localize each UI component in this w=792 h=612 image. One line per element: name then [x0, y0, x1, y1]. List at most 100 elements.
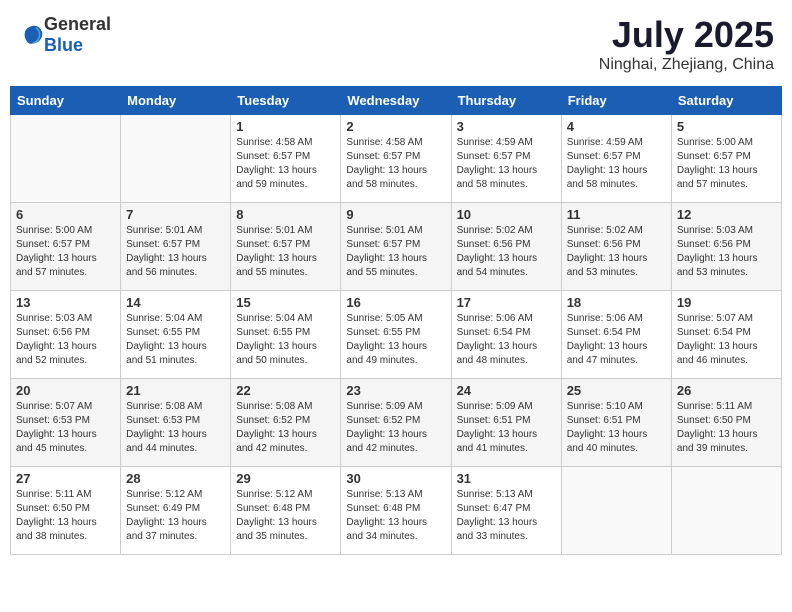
- day-info: Sunrise: 5:10 AM Sunset: 6:51 PM Dayligh…: [567, 400, 666, 456]
- day-info: Sunrise: 5:00 AM Sunset: 6:57 PM Dayligh…: [677, 136, 776, 192]
- day-info: Sunrise: 4:58 AM Sunset: 6:57 PM Dayligh…: [236, 136, 335, 192]
- day-info: Sunrise: 5:01 AM Sunset: 6:57 PM Dayligh…: [236, 224, 335, 280]
- day-info: Sunrise: 5:04 AM Sunset: 6:55 PM Dayligh…: [236, 312, 335, 368]
- logo-icon: [20, 23, 44, 47]
- day-number: 14: [126, 295, 225, 310]
- logo-blue-text: Blue: [44, 35, 83, 55]
- day-info: Sunrise: 5:03 AM Sunset: 6:56 PM Dayligh…: [677, 224, 776, 280]
- header-saturday: Saturday: [671, 87, 781, 115]
- header-wednesday: Wednesday: [341, 87, 451, 115]
- day-number: 5: [677, 119, 776, 134]
- day-info: Sunrise: 5:11 AM Sunset: 6:50 PM Dayligh…: [677, 400, 776, 456]
- day-info: Sunrise: 5:12 AM Sunset: 6:48 PM Dayligh…: [236, 488, 335, 544]
- weekday-header-row: Sunday Monday Tuesday Wednesday Thursday…: [11, 87, 782, 115]
- day-cell-w3-d6: 18 Sunrise: 5:06 AM Sunset: 6:54 PM Dayli…: [561, 291, 671, 379]
- day-cell-w5-d2: 28 Sunrise: 5:12 AM Sunset: 6:49 PM Dayli…: [121, 467, 231, 555]
- day-number: 16: [346, 295, 445, 310]
- day-number: 12: [677, 207, 776, 222]
- day-cell-w5-d1: 27 Sunrise: 5:11 AM Sunset: 6:50 PM Dayli…: [11, 467, 121, 555]
- day-cell-w4-d2: 21Sunrise: 5:08 AM Sunset: 6:53 PM Dayli…: [121, 379, 231, 467]
- day-cell-w3-d5: 17 Sunrise: 5:06 AM Sunset: 6:54 PM Dayli…: [451, 291, 561, 379]
- day-number: 29: [236, 471, 335, 486]
- day-cell-w2-d4: 9Sunrise: 5:01 AM Sunset: 6:57 PM Daylig…: [341, 203, 451, 291]
- day-cell-w4-d4: 23 Sunrise: 5:09 AM Sunset: 6:52 PM Dayli…: [341, 379, 451, 467]
- day-info: Sunrise: 5:03 AM Sunset: 6:56 PM Dayligh…: [16, 312, 115, 368]
- day-cell-w5-d7: [671, 467, 781, 555]
- day-info: Sunrise: 5:07 AM Sunset: 6:53 PM Dayligh…: [16, 400, 115, 456]
- day-number: 30: [346, 471, 445, 486]
- week-row-2: 6 Sunrise: 5:00 AM Sunset: 6:57 PM Daylig…: [11, 203, 782, 291]
- day-info: Sunrise: 4:59 AM Sunset: 6:57 PM Dayligh…: [567, 136, 666, 192]
- logo-general-text: General: [44, 14, 111, 34]
- day-info: Sunrise: 5:13 AM Sunset: 6:48 PM Dayligh…: [346, 488, 445, 544]
- day-cell-w3-d4: 16 Sunrise: 5:05 AM Sunset: 6:55 PM Dayli…: [341, 291, 451, 379]
- day-number: 21: [126, 383, 225, 398]
- day-number: 22: [236, 383, 335, 398]
- day-number: 18: [567, 295, 666, 310]
- day-cell-w5-d3: 29 Sunrise: 5:12 AM Sunset: 6:48 PM Dayli…: [231, 467, 341, 555]
- day-number: 15: [236, 295, 335, 310]
- day-info: Sunrise: 5:13 AM Sunset: 6:47 PM Dayligh…: [457, 488, 556, 544]
- day-cell-w4-d3: 22 Sunrise: 5:08 AM Sunset: 6:52 PM Dayli…: [231, 379, 341, 467]
- day-cell-w4-d1: 20 Sunrise: 5:07 AM Sunset: 6:53 PM Dayli…: [11, 379, 121, 467]
- day-number: 28: [126, 471, 225, 486]
- day-number: 4: [567, 119, 666, 134]
- day-info: Sunrise: 5:12 AM Sunset: 6:49 PM Dayligh…: [126, 488, 225, 544]
- header-monday: Monday: [121, 87, 231, 115]
- page-header: General Blue July 2025 Ninghai, Zhejiang…: [10, 10, 782, 78]
- header-friday: Friday: [561, 87, 671, 115]
- calendar-table: Sunday Monday Tuesday Wednesday Thursday…: [10, 86, 782, 555]
- day-number: 3: [457, 119, 556, 134]
- day-info: Sunrise: 5:01 AM Sunset: 6:57 PM Dayligh…: [126, 224, 225, 280]
- day-cell-w1-d2: [121, 115, 231, 203]
- day-cell-w2-d3: 8 Sunrise: 5:01 AM Sunset: 6:57 PM Daylig…: [231, 203, 341, 291]
- day-info: Sunrise: 5:05 AM Sunset: 6:55 PM Dayligh…: [346, 312, 445, 368]
- day-info: Sunrise: 5:08 AM Sunset: 6:52 PM Dayligh…: [236, 400, 335, 456]
- day-number: 20: [16, 383, 115, 398]
- day-number: 6: [16, 207, 115, 222]
- day-info: Sunrise: 5:07 AM Sunset: 6:54 PM Dayligh…: [677, 312, 776, 368]
- day-cell-w5-d5: 31 Sunrise: 5:13 AM Sunset: 6:47 PM Dayli…: [451, 467, 561, 555]
- day-number: 8: [236, 207, 335, 222]
- day-cell-w3-d7: 19 Sunrise: 5:07 AM Sunset: 6:54 PM Dayli…: [671, 291, 781, 379]
- day-cell-w2-d1: 6 Sunrise: 5:00 AM Sunset: 6:57 PM Daylig…: [11, 203, 121, 291]
- day-cell-w4-d5: 24Sunrise: 5:09 AM Sunset: 6:51 PM Dayli…: [451, 379, 561, 467]
- day-number: 10: [457, 207, 556, 222]
- header-sunday: Sunday: [11, 87, 121, 115]
- day-number: 23: [346, 383, 445, 398]
- day-cell-w2-d5: 10Sunrise: 5:02 AM Sunset: 6:56 PM Dayli…: [451, 203, 561, 291]
- day-number: 27: [16, 471, 115, 486]
- day-cell-w4-d7: 26 Sunrise: 5:11 AM Sunset: 6:50 PM Dayli…: [671, 379, 781, 467]
- week-row-5: 27 Sunrise: 5:11 AM Sunset: 6:50 PM Dayli…: [11, 467, 782, 555]
- header-thursday: Thursday: [451, 87, 561, 115]
- logo: General Blue: [18, 14, 111, 56]
- day-info: Sunrise: 5:06 AM Sunset: 6:54 PM Dayligh…: [457, 312, 556, 368]
- day-number: 1: [236, 119, 335, 134]
- day-info: Sunrise: 5:01 AM Sunset: 6:57 PM Dayligh…: [346, 224, 445, 280]
- day-cell-w1-d1: [11, 115, 121, 203]
- day-info: Sunrise: 5:00 AM Sunset: 6:57 PM Dayligh…: [16, 224, 115, 280]
- week-row-4: 20 Sunrise: 5:07 AM Sunset: 6:53 PM Dayli…: [11, 379, 782, 467]
- day-number: 26: [677, 383, 776, 398]
- day-cell-w5-d6: [561, 467, 671, 555]
- day-cell-w2-d2: 7Sunrise: 5:01 AM Sunset: 6:57 PM Daylig…: [121, 203, 231, 291]
- day-cell-w5-d4: 30 Sunrise: 5:13 AM Sunset: 6:48 PM Dayli…: [341, 467, 451, 555]
- week-row-3: 13 Sunrise: 5:03 AM Sunset: 6:56 PM Dayli…: [11, 291, 782, 379]
- day-info: Sunrise: 4:58 AM Sunset: 6:57 PM Dayligh…: [346, 136, 445, 192]
- title-block: July 2025 Ninghai, Zhejiang, China: [599, 14, 774, 74]
- day-cell-w4-d6: 25Sunrise: 5:10 AM Sunset: 6:51 PM Dayli…: [561, 379, 671, 467]
- day-info: Sunrise: 5:11 AM Sunset: 6:50 PM Dayligh…: [16, 488, 115, 544]
- day-info: Sunrise: 5:06 AM Sunset: 6:54 PM Dayligh…: [567, 312, 666, 368]
- day-info: Sunrise: 5:09 AM Sunset: 6:52 PM Dayligh…: [346, 400, 445, 456]
- week-row-1: 1 Sunrise: 4:58 AM Sunset: 6:57 PM Daylig…: [11, 115, 782, 203]
- day-cell-w1-d4: 2Sunrise: 4:58 AM Sunset: 6:57 PM Daylig…: [341, 115, 451, 203]
- day-number: 31: [457, 471, 556, 486]
- day-cell-w1-d6: 4 Sunrise: 4:59 AM Sunset: 6:57 PM Daylig…: [561, 115, 671, 203]
- day-number: 17: [457, 295, 556, 310]
- day-cell-w1-d7: 5 Sunrise: 5:00 AM Sunset: 6:57 PM Daylig…: [671, 115, 781, 203]
- day-number: 13: [16, 295, 115, 310]
- day-info: Sunrise: 5:02 AM Sunset: 6:56 PM Dayligh…: [567, 224, 666, 280]
- day-cell-w3-d2: 14Sunrise: 5:04 AM Sunset: 6:55 PM Dayli…: [121, 291, 231, 379]
- day-number: 19: [677, 295, 776, 310]
- day-cell-w3-d1: 13 Sunrise: 5:03 AM Sunset: 6:56 PM Dayli…: [11, 291, 121, 379]
